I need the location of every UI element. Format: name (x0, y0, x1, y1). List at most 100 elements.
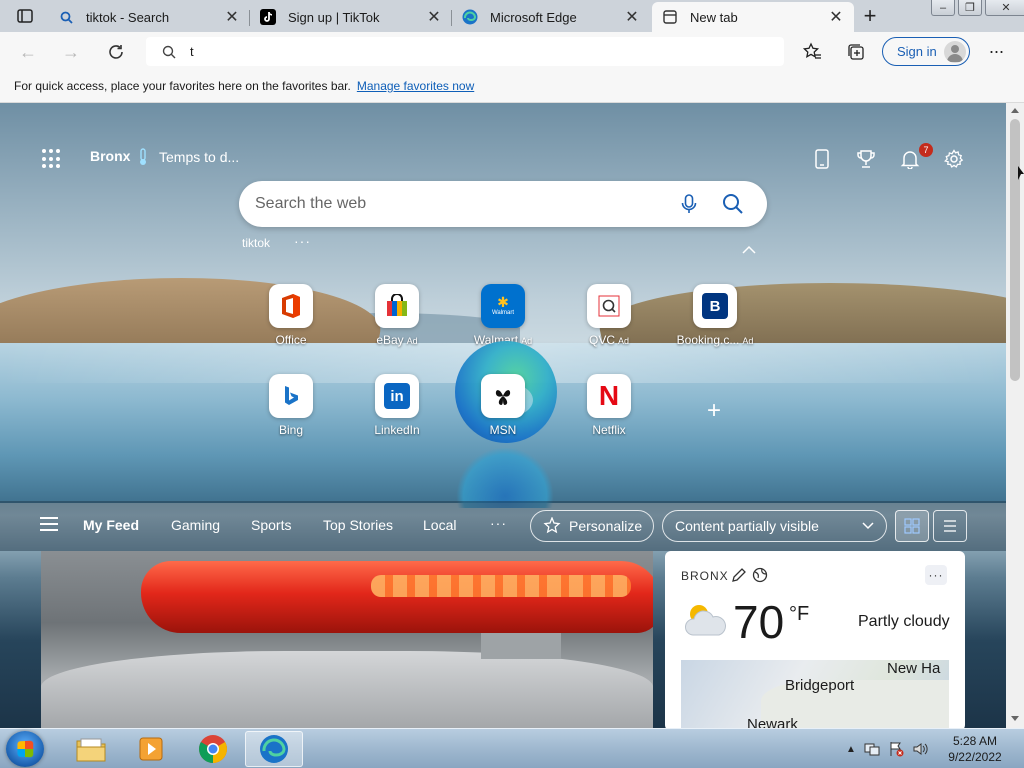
tab-title: tiktok - Search (86, 9, 170, 25)
new-tab-button[interactable]: + (858, 3, 882, 28)
tab-tiktok-search[interactable]: tiktok - Search ✕ (48, 2, 250, 32)
grid-view-icon (904, 518, 920, 534)
browser-toolbar: ← → t Sign in ··· (0, 32, 1024, 70)
refresh-button[interactable] (102, 38, 130, 66)
weather-card[interactable]: BRONX ··· 70 °F Partly cloudy New Ha Bri… (665, 551, 965, 728)
feed-tab-local[interactable]: Local (423, 517, 456, 533)
favorites-message: For quick access, place your favorites h… (14, 79, 351, 93)
edit-pencil-icon[interactable] (731, 567, 747, 583)
chevron-up-icon[interactable] (742, 245, 756, 255)
address-input-value[interactable]: t (190, 44, 194, 59)
taskbar-chrome[interactable] (184, 731, 242, 767)
tiktok-icon (260, 9, 276, 25)
quick-link-netflix[interactable]: N Netflix (573, 374, 645, 437)
news-hero-image[interactable] (41, 551, 653, 728)
hamburger-menu-icon[interactable] (40, 517, 58, 531)
action-center-flag-icon[interactable] (888, 741, 904, 757)
police-car-roof (41, 651, 653, 728)
tab-microsoft-edge[interactable]: Microsoft Edge ✕ (452, 2, 650, 32)
back-button[interactable]: ← (14, 38, 42, 66)
taskbar-clock[interactable]: 5:28 AM 9/22/2022 (940, 733, 1010, 765)
edge-logo-reflection (455, 448, 555, 508)
mouse-cursor-icon (1018, 166, 1024, 180)
quick-link-msn[interactable]: MSN (467, 374, 539, 437)
netflix-logo: N (598, 380, 620, 411)
tile-label: Bing (278, 423, 304, 437)
volume-icon[interactable] (912, 741, 928, 757)
ad-label: Ad (742, 336, 754, 346)
quick-link-bing[interactable]: Bing (255, 374, 327, 437)
search-icon (58, 9, 74, 25)
close-window-button[interactable]: ✕ (985, 0, 1024, 16)
tab-tiktok-signup[interactable]: Sign up | TikTok ✕ (250, 2, 452, 32)
start-button[interactable] (6, 731, 44, 767)
quick-link-linkedin[interactable]: in LinkedIn (361, 374, 433, 437)
globe-icon[interactable] (752, 567, 768, 583)
manage-favorites-link[interactable]: Manage favorites now (357, 79, 474, 93)
scroll-up-icon[interactable] (1011, 107, 1019, 113)
quick-link-walmart[interactable]: ✱ Walmart Walmart Ad (467, 284, 539, 347)
msn-butterfly-icon (481, 374, 525, 418)
weather-temp-summary[interactable]: Temps to d... (159, 149, 239, 165)
tab-actions-button[interactable] (8, 5, 42, 27)
settings-more-button[interactable]: ··· (984, 39, 1008, 63)
feed-more-button[interactable]: ··· (490, 515, 507, 531)
close-tab-icon[interactable]: ✕ (426, 9, 442, 26)
weather-location[interactable]: Bronx (90, 148, 130, 164)
page-scrollbar[interactable] (1006, 103, 1024, 728)
page-settings-button[interactable] (942, 147, 966, 171)
weather-more-button[interactable]: ··· (925, 565, 947, 585)
taskbar-media-player[interactable] (122, 731, 180, 767)
tile-label: Booking.c... (676, 333, 740, 347)
app-launcher-icon[interactable] (42, 149, 62, 169)
collections-button[interactable] (843, 39, 869, 65)
restore-button[interactable]: ❐ (958, 0, 982, 16)
favorites-button[interactable] (799, 39, 825, 65)
personalize-button[interactable]: Personalize (530, 510, 654, 542)
quick-link-qvc[interactable]: QVC Ad (573, 284, 645, 347)
search-icon[interactable] (720, 191, 746, 217)
show-hidden-icons-icon[interactable]: ▲ (846, 744, 856, 755)
grid-layout-button[interactable] (895, 510, 929, 542)
taskbar-edge[interactable] (245, 731, 303, 767)
list-layout-button[interactable] (933, 510, 967, 542)
add-site-button[interactable]: + (702, 397, 726, 424)
list-view-icon (944, 520, 956, 532)
tab-new-tab[interactable]: New tab ✕ (652, 2, 854, 32)
close-tab-icon[interactable]: ✕ (828, 9, 844, 26)
weather-unit: °F (789, 603, 810, 625)
address-bar[interactable]: t (146, 37, 784, 66)
sign-in-button[interactable]: Sign in (882, 37, 970, 66)
feed-tab-sports[interactable]: Sports (251, 517, 291, 533)
tile-label: Office (275, 333, 307, 347)
lightbar-mount (481, 633, 561, 659)
network-icon[interactable] (864, 741, 880, 757)
media-player-icon (139, 737, 163, 761)
office-icon (269, 284, 313, 328)
recent-search-chip[interactable]: tiktok (242, 236, 270, 250)
microphone-icon[interactable] (677, 192, 701, 216)
rewards-button[interactable] (854, 147, 878, 171)
newtab-icon (662, 9, 678, 25)
recent-search-more-button[interactable]: ··· (294, 233, 311, 249)
content-visibility-dropdown[interactable]: Content partially visible (662, 510, 887, 542)
feed-tab-my-feed[interactable]: My Feed (83, 517, 139, 533)
close-tab-icon[interactable]: ✕ (224, 9, 240, 26)
feed-tab-gaming[interactable]: Gaming (171, 517, 220, 533)
sign-in-label: Sign in (897, 44, 937, 59)
quick-link-ebay[interactable]: eBay Ad (361, 284, 433, 347)
scroll-down-icon[interactable] (1011, 716, 1019, 722)
web-search-box[interactable]: Search the web (239, 181, 767, 227)
minimize-button[interactable]: – (931, 0, 955, 16)
weather-map[interactable]: New Ha Bridgeport Newark (681, 660, 949, 728)
forward-button[interactable]: → (57, 38, 85, 66)
taskbar-file-explorer[interactable] (62, 731, 120, 767)
quick-link-office[interactable]: Office (255, 284, 327, 347)
phone-icon (815, 149, 829, 169)
quick-link-booking[interactable]: B Booking.c... Ad (676, 284, 754, 347)
mobile-app-button[interactable] (810, 147, 834, 171)
scrollbar-thumb[interactable] (1010, 119, 1020, 381)
folder-icon (76, 738, 106, 762)
close-tab-icon[interactable]: ✕ (624, 9, 640, 26)
feed-tab-top-stories[interactable]: Top Stories (323, 517, 393, 533)
